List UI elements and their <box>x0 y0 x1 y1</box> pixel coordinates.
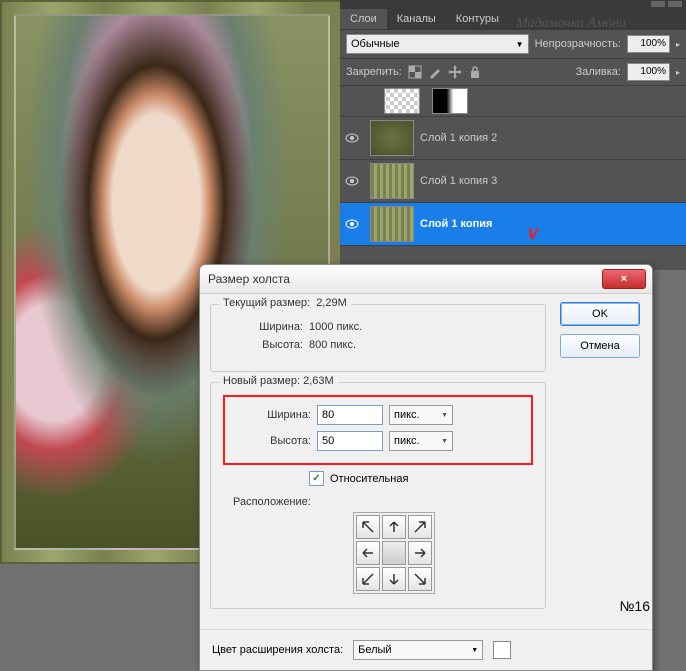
layers-panel: Слои Каналы Контуры Обычные ▼ Непрозрачн… <box>340 0 686 270</box>
visibility-toggle[interactable] <box>340 176 364 186</box>
lock-brush-icon[interactable] <box>428 65 442 79</box>
tab-paths[interactable]: Контуры <box>446 9 509 29</box>
opacity-label: Непрозрачность: <box>535 38 621 50</box>
relative-checkbox[interactable]: ✓ Относительная <box>309 471 533 486</box>
checkbox-icon: ✓ <box>309 471 324 486</box>
ext-color-label: Цвет расширения холста: <box>212 644 343 656</box>
layer-row[interactable]: Слой 1 копия <box>340 203 686 246</box>
lock-move-icon[interactable] <box>448 65 462 79</box>
blend-mode-select[interactable]: Обычные ▼ <box>346 34 529 54</box>
menu-icon[interactable] <box>668 1 682 7</box>
panel-controls <box>340 0 686 8</box>
highlighted-inputs: Ширина: пикс.▼ Высота: пикс.▼ <box>223 395 533 465</box>
anchor-center[interactable] <box>382 541 406 565</box>
anchor-n[interactable] <box>382 515 406 539</box>
close-button[interactable]: × <box>602 269 646 289</box>
group-label: Текущий размер: <box>223 297 310 309</box>
layer-thumbnail <box>370 163 414 199</box>
anchor-sw[interactable] <box>356 567 380 591</box>
ok-button[interactable]: OK <box>560 302 640 326</box>
anchor-e[interactable] <box>408 541 432 565</box>
visibility-toggle[interactable] <box>340 133 364 143</box>
current-size-value: 2,29M <box>316 297 347 309</box>
layer-thumbnail <box>384 88 420 114</box>
anchor-ne[interactable] <box>408 515 432 539</box>
anchor-se[interactable] <box>408 567 432 591</box>
layer-row[interactable]: Слой 1 копия 3 <box>340 160 686 203</box>
color-swatch[interactable] <box>493 641 511 659</box>
height-label: Высота: <box>223 339 303 351</box>
chevron-down-icon: ▼ <box>471 647 478 654</box>
chevron-down-icon: ▼ <box>441 438 448 445</box>
current-width-value: 1000 пикс. <box>309 321 362 333</box>
layer-name: Слой 1 копия <box>420 218 686 230</box>
height-input[interactable] <box>317 431 383 451</box>
anchor-s[interactable] <box>382 567 406 591</box>
fill-flyout-icon[interactable]: ▸ <box>676 68 680 77</box>
dialog-titlebar[interactable]: Размер холста × <box>200 265 652 294</box>
anchor-grid <box>353 512 435 594</box>
layer-row[interactable]: Слой 1 копия 2 <box>340 117 686 160</box>
anchor-label: Расположение: <box>233 496 533 508</box>
canvas-size-dialog: Размер холста × OK Отмена Текущий размер… <box>199 264 653 671</box>
chevron-down-icon: ▼ <box>516 40 524 49</box>
chevron-down-icon: ▼ <box>441 412 448 419</box>
visibility-toggle[interactable] <box>340 219 364 229</box>
layer-mask-thumbnail <box>432 88 468 114</box>
lock-label: Закрепить: <box>346 66 402 78</box>
width-label: Ширина: <box>223 321 303 333</box>
page-number: №16 <box>619 598 650 614</box>
lock-all-icon[interactable] <box>468 65 482 79</box>
layer-thumbnail <box>370 206 414 242</box>
new-size-value: 2,63M <box>303 375 334 387</box>
layer-thumbnail <box>370 120 414 156</box>
dialog-title: Размер холста <box>208 272 602 286</box>
panel-tabs: Слои Каналы Контуры <box>340 8 686 30</box>
fill-label: Заливка: <box>576 66 621 78</box>
opacity-flyout-icon[interactable]: ▸ <box>676 40 680 49</box>
anchor-w[interactable] <box>356 541 380 565</box>
height-label: Высота: <box>231 435 311 447</box>
cancel-button[interactable]: Отмена <box>560 334 640 358</box>
opacity-input[interactable]: 100% <box>627 35 670 53</box>
ext-color-select[interactable]: Белый ▼ <box>353 640 483 660</box>
layer-row[interactable] <box>340 86 686 117</box>
layer-name: Слой 1 копия 2 <box>420 132 686 144</box>
group-label: Новый размер: <box>223 375 300 387</box>
height-unit-select[interactable]: пикс.▼ <box>389 431 453 451</box>
collapse-icon[interactable] <box>651 1 665 7</box>
width-input[interactable] <box>317 405 383 425</box>
lock-transparent-icon[interactable] <box>408 65 422 79</box>
tab-channels[interactable]: Каналы <box>387 9 446 29</box>
new-size-group: Новый размер: 2,63M Ширина: пикс.▼ Высот… <box>210 382 546 609</box>
current-height-value: 800 пикс. <box>309 339 356 351</box>
current-size-group: Текущий размер: 2,29M Ширина: 1000 пикс.… <box>210 304 546 372</box>
tab-layers[interactable]: Слои <box>340 9 387 29</box>
layer-name: Слой 1 копия 3 <box>420 175 686 187</box>
layers-list: Слой 1 копия 2 Слой 1 копия 3 Слой 1 коп… <box>340 86 686 246</box>
blend-mode-value: Обычные <box>351 38 400 50</box>
annotation-v: V <box>527 226 538 244</box>
relative-label: Относительная <box>330 473 408 485</box>
width-unit-select[interactable]: пикс.▼ <box>389 405 453 425</box>
fill-input[interactable]: 100% <box>627 63 670 81</box>
width-label: Ширина: <box>231 409 311 421</box>
anchor-nw[interactable] <box>356 515 380 539</box>
